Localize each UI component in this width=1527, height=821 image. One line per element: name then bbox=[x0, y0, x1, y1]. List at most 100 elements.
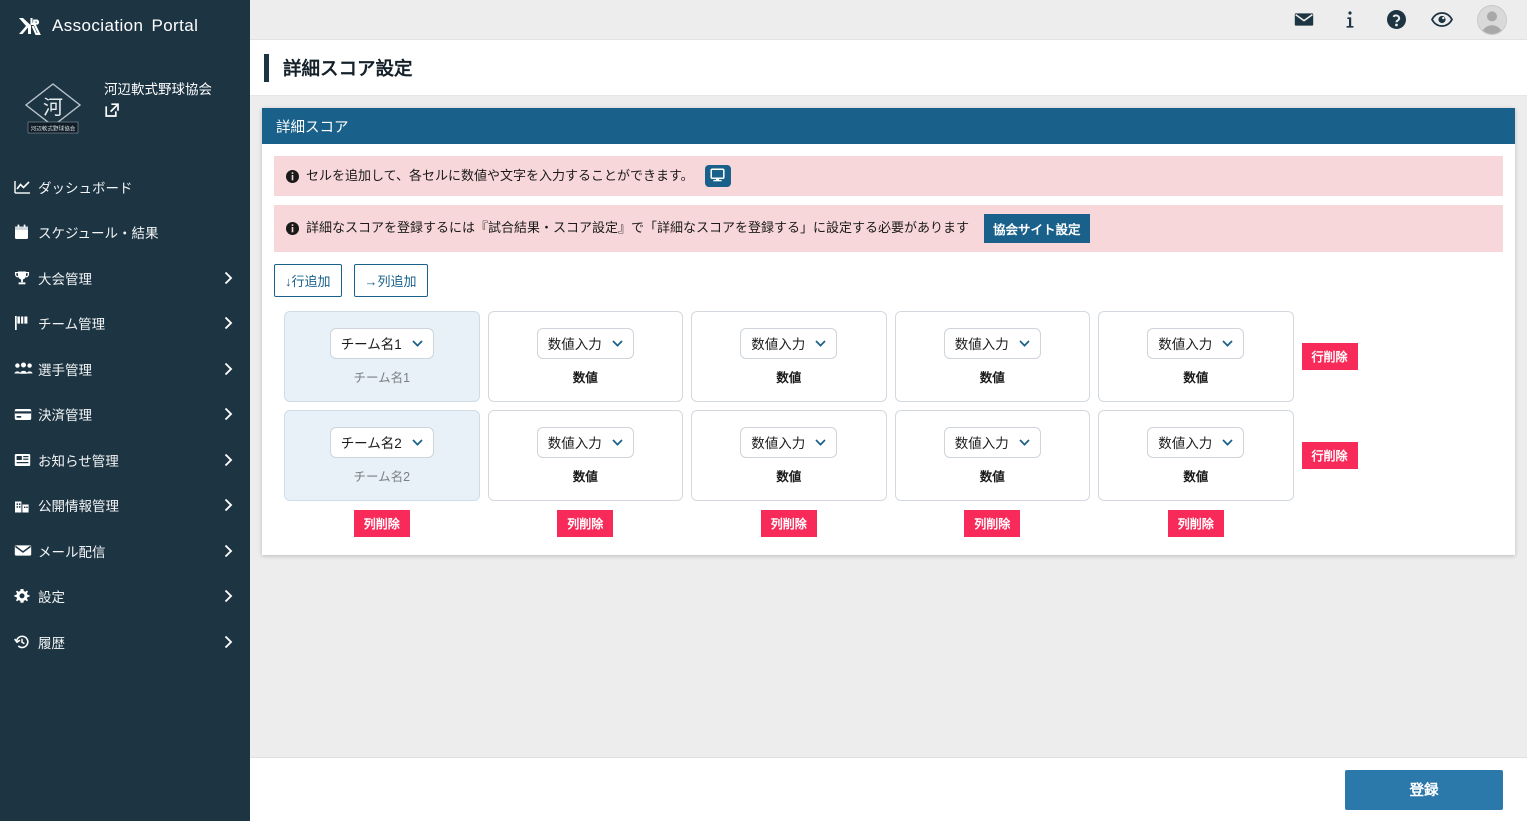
cell-type-select[interactable]: 数値入力 bbox=[740, 427, 837, 458]
chevron-down-icon bbox=[412, 340, 423, 347]
row-delete-slot: 行削除 bbox=[1302, 410, 1412, 501]
page-header: 詳細スコア設定 bbox=[250, 40, 1527, 96]
chevron-right-icon bbox=[224, 635, 236, 649]
cell-type-select[interactable]: 数値入力 bbox=[1147, 427, 1244, 458]
chevron-right-icon bbox=[224, 498, 236, 512]
grid-cell-team[interactable]: チーム名1 チーム名1 bbox=[284, 311, 480, 402]
cell-slot: 数値入力 数値 bbox=[1098, 410, 1302, 501]
column-delete-slot: 列削除 bbox=[895, 510, 1099, 537]
sidebar-item-public-info[interactable]: 公開情報管理 bbox=[0, 483, 250, 529]
sidebar-item-team[interactable]: チーム管理 bbox=[0, 301, 250, 347]
delete-column-button[interactable]: 列削除 bbox=[1168, 510, 1224, 537]
brand[interactable]: Association Portal bbox=[0, 0, 250, 52]
cell-type-select[interactable]: 数値入力 bbox=[537, 427, 634, 458]
cell-type-select[interactable]: 数値入力 bbox=[944, 427, 1041, 458]
sidebar-item-dashboard[interactable]: ダッシュボード bbox=[0, 164, 250, 210]
cell-type-select[interactable]: 数値入力 bbox=[1147, 328, 1244, 359]
cell-type-select[interactable]: 数値入力 bbox=[740, 328, 837, 359]
cell-slot: 数値入力 数値 bbox=[488, 311, 692, 402]
chevron-down-icon bbox=[612, 340, 623, 347]
alert-text: セルを追加して、各セルに数値や文字を入力することができます。 bbox=[306, 168, 694, 185]
sidebar-item-payment[interactable]: 決済管理 bbox=[0, 392, 250, 438]
cell-type-select[interactable]: チーム名2 bbox=[330, 427, 434, 458]
detailed-score-panel: 詳細スコア セルを追加して、各セルに数値や文字を入力することができます。 bbox=[262, 108, 1515, 555]
grid-cell-value[interactable]: 数値入力 数値 bbox=[691, 410, 887, 501]
chevron-down-icon bbox=[1019, 340, 1030, 347]
grid-cell-value[interactable]: 数値入力 数値 bbox=[488, 311, 684, 402]
user-avatar[interactable] bbox=[1477, 5, 1507, 35]
delete-column-button[interactable]: 列削除 bbox=[761, 510, 817, 537]
cell-label: 数値 bbox=[573, 466, 598, 485]
cell-slot: チーム名2 チーム名2 bbox=[284, 410, 488, 501]
add-row-button[interactable]: ↓行追加 bbox=[274, 264, 342, 297]
select-value: 数値入力 bbox=[548, 432, 602, 452]
alert-text: 詳細なスコアを登録するには『試合結果・スコア設定』で「詳細なスコアを登録する」に… bbox=[306, 220, 969, 237]
sidebar-item-tournament[interactable]: 大会管理 bbox=[0, 255, 250, 301]
gear-icon bbox=[14, 588, 38, 604]
delete-row-button[interactable]: 行削除 bbox=[1302, 343, 1358, 370]
content-spacer bbox=[250, 656, 1527, 757]
select-value: 数値入力 bbox=[955, 432, 1009, 452]
trophy-icon bbox=[14, 270, 38, 286]
newspaper-icon bbox=[14, 453, 38, 467]
external-link-icon[interactable] bbox=[104, 102, 120, 118]
cell-type-select[interactable]: 数値入力 bbox=[537, 328, 634, 359]
sidebar-item-label: チーム管理 bbox=[38, 313, 224, 333]
chevron-right-icon bbox=[224, 589, 236, 603]
content-area: 詳細スコア セルを追加して、各セルに数値や文字を入力することができます。 bbox=[250, 96, 1527, 656]
grid-cell-value[interactable]: 数値入力 数値 bbox=[691, 311, 887, 402]
sidebar-item-label: ダッシュボード bbox=[38, 177, 236, 197]
monitor-icon-button[interactable] bbox=[705, 165, 731, 187]
organization-name: 河辺軟式野球協会 bbox=[104, 78, 212, 100]
sidebar-item-history[interactable]: 履歴 bbox=[0, 619, 250, 665]
sidebar-item-label: 選手管理 bbox=[38, 359, 224, 379]
alert-cell-info: セルを追加して、各セルに数値や文字を入力することができます。 bbox=[274, 156, 1503, 196]
grid-cell-value[interactable]: 数値入力 数値 bbox=[1098, 311, 1294, 402]
sidebar-item-schedule-results[interactable]: スケジュール・結果 bbox=[0, 210, 250, 256]
sidebar-item-settings[interactable]: 設定 bbox=[0, 574, 250, 620]
eye-icon[interactable] bbox=[1431, 9, 1453, 31]
chevron-right-icon bbox=[224, 362, 236, 376]
cell-type-select[interactable]: チーム名1 bbox=[330, 328, 434, 359]
organization-logo: 河 河辺軟式野球協会 bbox=[14, 78, 92, 136]
grid-toolbar: ↓行追加 →列追加 bbox=[274, 264, 1503, 297]
chevron-right-icon bbox=[224, 453, 236, 467]
chart-line-icon bbox=[14, 180, 38, 194]
chevron-down-icon bbox=[815, 340, 826, 347]
grid-cell-value[interactable]: 数値入力 数値 bbox=[895, 311, 1091, 402]
delete-column-button[interactable]: 列削除 bbox=[354, 510, 410, 537]
sidebar-item-news[interactable]: お知らせ管理 bbox=[0, 437, 250, 483]
grid-cell-value[interactable]: 数値入力 数値 bbox=[1098, 410, 1294, 501]
chevron-right-icon bbox=[224, 271, 236, 285]
cell-slot: 数値入力 数値 bbox=[488, 410, 692, 501]
sidebar-item-label: 決済管理 bbox=[38, 404, 224, 424]
delete-row-button[interactable]: 行削除 bbox=[1302, 442, 1358, 469]
help-circle-icon[interactable] bbox=[1385, 9, 1407, 31]
sidebar-item-player[interactable]: 選手管理 bbox=[0, 346, 250, 392]
delete-column-button[interactable]: 列削除 bbox=[964, 510, 1020, 537]
sidebar-item-label: 公開情報管理 bbox=[38, 495, 224, 515]
sidebar-item-label: 設定 bbox=[38, 586, 224, 606]
mail-icon[interactable] bbox=[1293, 9, 1315, 31]
info-icon[interactable] bbox=[1339, 9, 1361, 31]
delete-column-button[interactable]: 列削除 bbox=[557, 510, 613, 537]
row-delete-slot: 行削除 bbox=[1302, 311, 1412, 402]
chevron-down-icon bbox=[1222, 340, 1233, 347]
panel-body: セルを追加して、各セルに数値や文字を入力することができます。 詳細なスコアを登録 bbox=[262, 144, 1515, 555]
column-delete-row: 列削除 列削除 列削除 列削除 bbox=[284, 510, 1503, 537]
building-icon bbox=[14, 498, 38, 513]
grid-cell-team[interactable]: チーム名2 チーム名2 bbox=[284, 410, 480, 501]
grid-cell-value[interactable]: 数値入力 数値 bbox=[488, 410, 684, 501]
column-delete-slot: 列削除 bbox=[1098, 510, 1302, 537]
grid-cell-value[interactable]: 数値入力 数値 bbox=[895, 410, 1091, 501]
info-circle-icon bbox=[286, 170, 299, 183]
sidebar-item-mail[interactable]: メール配信 bbox=[0, 528, 250, 574]
cell-type-select[interactable]: 数値入力 bbox=[944, 328, 1041, 359]
footer-bar: 登録 bbox=[250, 757, 1527, 821]
users-icon bbox=[14, 362, 38, 375]
association-site-settings-button[interactable]: 協会サイト設定 bbox=[984, 214, 1090, 243]
submit-button[interactable]: 登録 bbox=[1345, 770, 1503, 810]
add-column-button[interactable]: →列追加 bbox=[354, 264, 428, 297]
svg-text:河: 河 bbox=[43, 95, 63, 119]
main-area: 詳細スコア設定 詳細スコア セルを追加して、各セルに数値や文字を入力することがで… bbox=[250, 0, 1527, 821]
